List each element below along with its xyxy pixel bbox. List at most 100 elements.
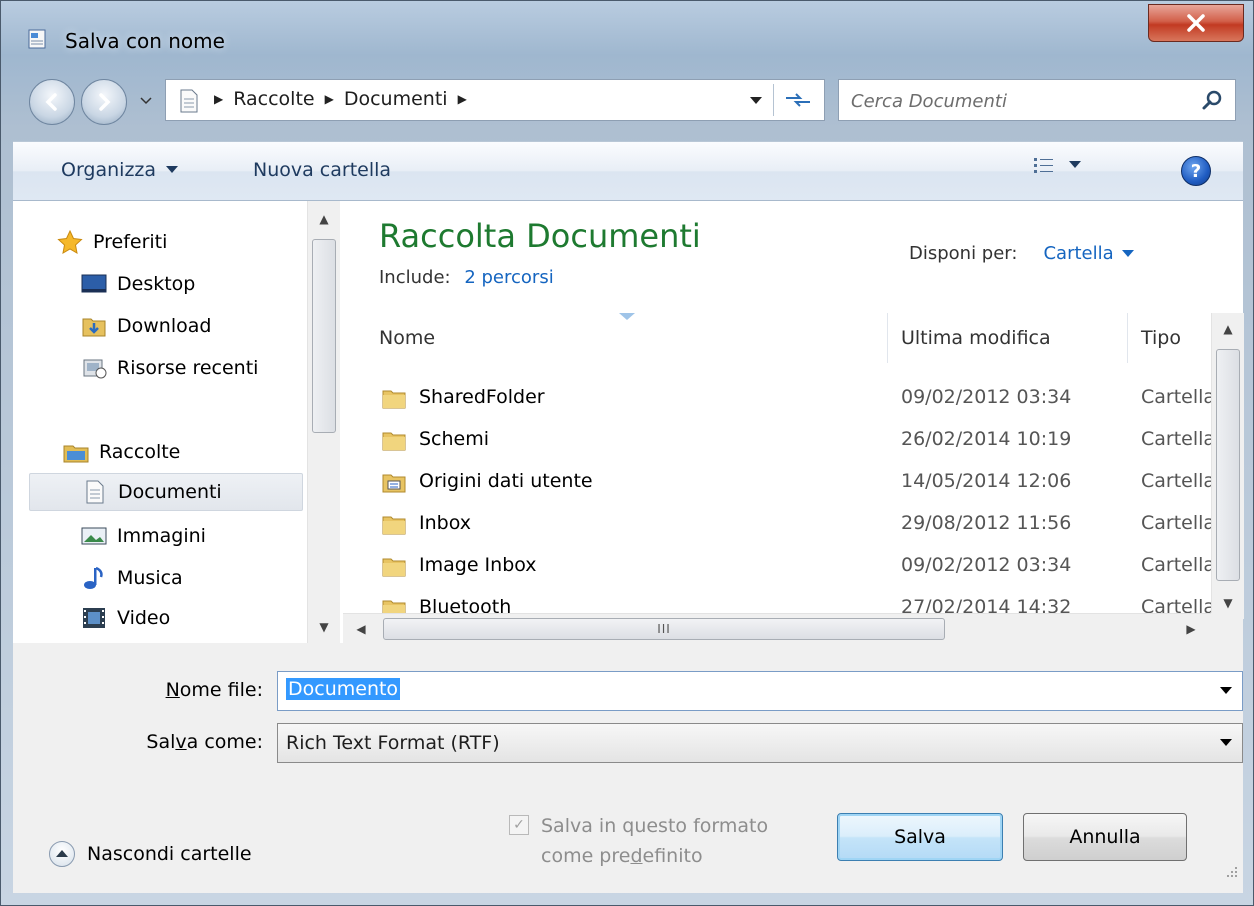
- savetype-select[interactable]: Rich Text Format (RTF): [277, 723, 1243, 763]
- accelerator-key: v: [175, 731, 187, 753]
- file-row[interactable]: Origini dati utente 14/05/2014 12:06 Car…: [343, 461, 1215, 503]
- arrange-by-dropdown[interactable]: Cartella: [1043, 243, 1134, 264]
- filename-field[interactable]: Documento: [277, 671, 1243, 711]
- column-divider[interactable]: [887, 313, 888, 363]
- save-button[interactable]: Salva: [837, 813, 1003, 861]
- label-text: efinito: [642, 845, 703, 867]
- breadcrumb-separator[interactable]: ▶: [214, 92, 223, 106]
- file-modified: 29/08/2012 11:56: [901, 512, 1072, 534]
- change-view-button[interactable]: [1033, 156, 1081, 174]
- nav-item-desktop[interactable]: Desktop: [81, 265, 301, 303]
- nav-item-label: Preferiti: [93, 231, 168, 253]
- caret-down-icon: [1220, 739, 1232, 746]
- address-history-dropdown[interactable]: [746, 92, 766, 110]
- new-folder-button[interactable]: Nuova cartella: [253, 159, 391, 181]
- forward-button[interactable]: [81, 79, 127, 125]
- breadcrumb: ▶ Raccolte ▶ Documenti ▶: [214, 88, 467, 110]
- search-input[interactable]: [849, 86, 1183, 116]
- recent-pages-dropdown[interactable]: [139, 93, 153, 109]
- nav-item-label: Documenti: [118, 481, 222, 503]
- accelerator-key: d: [630, 845, 643, 867]
- scrollbar-thumb[interactable]: [312, 239, 336, 433]
- chevron-down-icon: [140, 97, 152, 105]
- scroll-down-arrow[interactable]: ▼: [308, 613, 340, 641]
- file-row[interactable]: Schemi 26/02/2014 10:19 Cartella: [343, 419, 1215, 461]
- file-name: SharedFolder: [419, 386, 545, 408]
- nav-item-documenti[interactable]: Documenti: [29, 473, 303, 511]
- filename-dropdown[interactable]: [1218, 684, 1234, 698]
- file-modified: 09/02/2012 03:34: [901, 554, 1072, 576]
- nav-item-immagini[interactable]: Immagini: [81, 517, 301, 555]
- breadcrumb-separator[interactable]: ▶: [325, 92, 334, 106]
- forward-arrow-icon: [99, 93, 111, 111]
- close-icon: [1187, 14, 1205, 32]
- navigation-pane: Preferiti Desktop Download Risorse recen…: [13, 201, 343, 643]
- column-header-modified[interactable]: Ultima modifica: [901, 313, 1121, 363]
- datasource-folder-icon: [382, 474, 406, 493]
- file-row[interactable]: SharedFolder 09/02/2012 03:34 Cartella: [343, 377, 1215, 419]
- search-box[interactable]: [838, 79, 1236, 121]
- nav-item-recent[interactable]: Risorse recenti: [81, 349, 311, 387]
- star-icon: [57, 230, 83, 254]
- column-header-name[interactable]: Nome: [379, 313, 879, 363]
- scroll-up-arrow[interactable]: ▲: [1212, 315, 1244, 343]
- scroll-up-arrow[interactable]: ▲: [308, 205, 340, 233]
- file-name: Image Inbox: [419, 554, 537, 576]
- app-document-icon: [28, 29, 46, 49]
- nav-item-raccolte[interactable]: Raccolte: [63, 433, 303, 471]
- back-button[interactable]: [29, 79, 75, 125]
- documents-icon: [82, 480, 108, 504]
- music-icon: [81, 566, 107, 590]
- filename-input[interactable]: Documento: [286, 678, 401, 700]
- includes-locations-link[interactable]: 2 percorsi: [464, 267, 553, 288]
- search-icon[interactable]: [1201, 88, 1225, 112]
- file-row[interactable]: Image Inbox 09/02/2012 03:34 Cartella: [343, 545, 1215, 587]
- file-type: Cartella: [1141, 512, 1215, 534]
- organize-menu-button[interactable]: Organizza: [61, 159, 179, 181]
- arrange-by-value: Cartella: [1043, 243, 1114, 264]
- hide-folders-toggle[interactable]: Nascondi cartelle: [49, 841, 252, 867]
- scroll-right-arrow[interactable]: ▶: [1177, 614, 1205, 644]
- nav-pane-scrollbar[interactable]: ▲ ▼: [307, 201, 340, 643]
- nav-item-download[interactable]: Download: [81, 307, 301, 345]
- file-type: Cartella: [1141, 470, 1215, 492]
- nav-item-musica[interactable]: Musica: [81, 559, 301, 597]
- label-text: Sal: [146, 731, 176, 753]
- save-as-dialog: Salva con nome ▶ Raccolte ▶ Documenti ▶ …: [0, 0, 1254, 906]
- caret-down-icon: [750, 97, 762, 104]
- filename-label: Nome file:: [113, 679, 263, 701]
- resize-grip-icon[interactable]: [1225, 865, 1239, 879]
- scroll-left-arrow[interactable]: ◀: [347, 614, 375, 644]
- file-row[interactable]: Inbox 29/08/2012 11:56 Cartella: [343, 503, 1215, 545]
- breadcrumb-separator[interactable]: ▶: [458, 92, 467, 106]
- file-name: Schemi: [419, 428, 490, 450]
- close-button[interactable]: [1148, 4, 1244, 42]
- breadcrumb-documenti[interactable]: Documenti: [344, 88, 448, 110]
- folder-icon: [382, 390, 406, 409]
- refresh-button[interactable]: [778, 84, 818, 116]
- horizontal-scrollbar[interactable]: ◀ III ▶: [343, 613, 1211, 644]
- cancel-button[interactable]: Annulla: [1023, 813, 1187, 861]
- nav-item-preferiti[interactable]: Preferiti: [57, 223, 297, 261]
- column-header-type[interactable]: Tipo: [1141, 313, 1201, 363]
- libraries-icon: [63, 440, 89, 464]
- caret-down-icon: [166, 166, 179, 173]
- accelerator-key: N: [165, 679, 180, 701]
- save-options-panel: Nome file: Documento Salva come: Rich Te…: [13, 643, 1243, 893]
- caret-down-icon: [1069, 161, 1081, 168]
- back-arrow-icon: [45, 93, 57, 111]
- nav-item-video[interactable]: Video: [81, 599, 301, 637]
- savetype-label: Salva come:: [113, 731, 263, 753]
- checkbox-disabled-checked[interactable]: ✓: [509, 815, 529, 835]
- address-bar[interactable]: ▶ Raccolte ▶ Documenti ▶: [165, 79, 825, 121]
- file-list-scrollbar[interactable]: ▲ ▼: [1211, 313, 1244, 619]
- hide-folders-label: Nascondi cartelle: [87, 843, 252, 865]
- help-button[interactable]: ?: [1181, 156, 1211, 186]
- scrollbar-thumb[interactable]: III: [383, 618, 945, 640]
- scrollbar-thumb[interactable]: [1216, 349, 1240, 581]
- breadcrumb-raccolte[interactable]: Raccolte: [233, 88, 314, 110]
- scrollbar-grip: III: [657, 622, 671, 636]
- column-divider[interactable]: [1127, 313, 1128, 363]
- savetype-dropdown[interactable]: [1218, 736, 1234, 750]
- checkbox-label: Salva in questo formato come predefinito: [541, 811, 821, 871]
